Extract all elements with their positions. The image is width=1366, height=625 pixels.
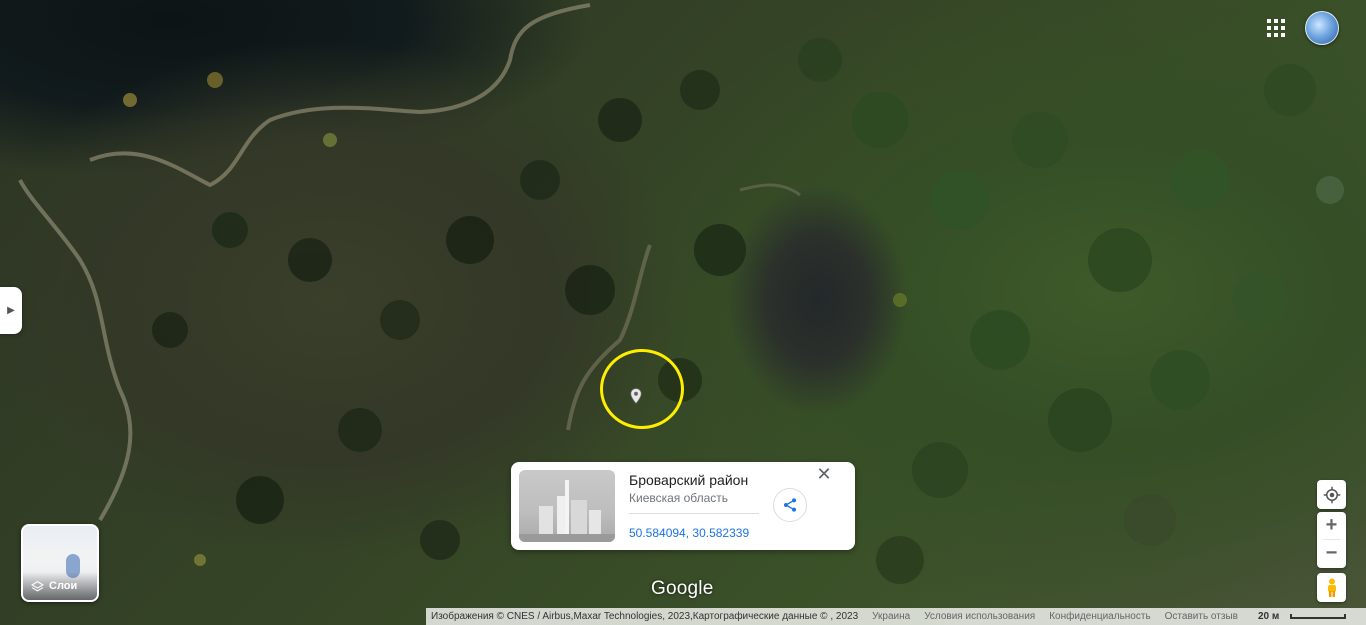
layers-icon bbox=[31, 580, 44, 591]
satellite-map[interactable]: ▶ Броварский район Киевская область 50.5… bbox=[0, 0, 1366, 625]
place-thumbnail[interactable] bbox=[519, 470, 615, 542]
privacy-link[interactable]: Конфиденциальность bbox=[1042, 611, 1157, 622]
close-button[interactable]: ✕ bbox=[815, 465, 833, 483]
place-coordinates[interactable]: 50.584094, 30.582339 bbox=[629, 526, 749, 540]
side-panel-toggle[interactable]: ▶ bbox=[0, 287, 22, 334]
place-subtitle: Киевская область bbox=[629, 491, 729, 505]
apps-grid-icon[interactable] bbox=[1265, 17, 1287, 39]
imagery-attribution[interactable]: Изображения © CNES / Airbus,Maxar Techno… bbox=[426, 611, 865, 622]
zoom-out-button[interactable]: − bbox=[1317, 540, 1346, 567]
card-divider bbox=[629, 513, 759, 514]
pegman-icon bbox=[1327, 578, 1336, 597]
zoom-control: + − bbox=[1317, 512, 1346, 568]
terms-link[interactable]: Условия использования bbox=[917, 611, 1042, 622]
google-logo: Google bbox=[651, 578, 714, 599]
location-pin-icon[interactable] bbox=[627, 387, 645, 405]
pegman-button[interactable] bbox=[1317, 573, 1346, 602]
my-location-icon bbox=[1323, 486, 1340, 503]
map-scale[interactable]: 20 м bbox=[1245, 611, 1352, 622]
place-title: Броварский район bbox=[629, 472, 749, 488]
chevron-right-icon: ▶ bbox=[7, 305, 15, 316]
share-icon bbox=[784, 498, 796, 512]
scale-bar bbox=[1290, 614, 1347, 619]
feedback-link[interactable]: Оставить отзыв bbox=[1158, 611, 1245, 622]
globe-icon[interactable] bbox=[1305, 11, 1339, 45]
country-link[interactable]: Украина bbox=[865, 611, 917, 622]
close-icon: ✕ bbox=[816, 464, 832, 484]
place-card[interactable]: Броварский район Киевская область 50.584… bbox=[511, 462, 855, 550]
layers-label: Слои bbox=[49, 580, 78, 592]
my-location-button[interactable] bbox=[1317, 480, 1346, 509]
map-footer: Изображения © CNES / Airbus,Maxar Techno… bbox=[426, 608, 1366, 625]
scale-label: 20 м bbox=[1257, 611, 1280, 622]
share-button[interactable] bbox=[773, 488, 807, 522]
zoom-in-button[interactable]: + bbox=[1317, 512, 1346, 539]
layers-button[interactable]: Слои bbox=[21, 524, 99, 602]
